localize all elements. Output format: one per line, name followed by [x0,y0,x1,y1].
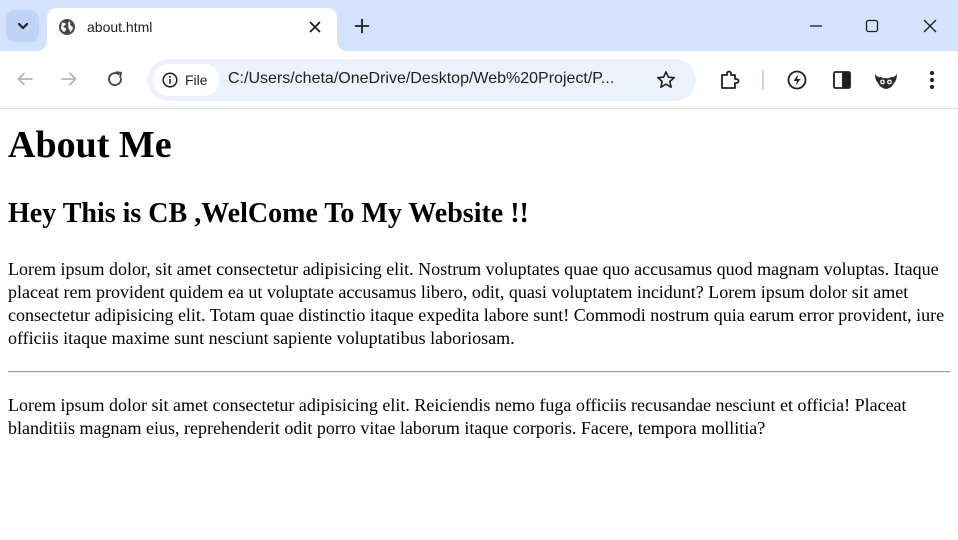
maximize-icon [865,19,879,33]
tab-strip: about.html [0,0,958,51]
bookmark-button[interactable] [654,68,678,92]
page-subheading: Hey This is CB ,WelCome To My Website !! [8,198,529,229]
lightning-icon [787,70,807,90]
close-icon [923,19,937,33]
performance-button[interactable] [783,66,811,94]
page-heading: About Me [8,124,172,166]
minimize-button[interactable] [801,12,831,40]
address-bar[interactable]: File C:/Users/cheta/OneDrive/Desktop/Web… [148,59,696,101]
browser-menu-button[interactable] [918,66,946,94]
new-tab-button[interactable] [350,14,374,38]
chevron-down-icon [17,22,28,30]
forward-button[interactable] [55,65,83,93]
info-icon [162,72,178,88]
intro-paragraph: Lorem ipsum dolor, sit amet consectetur … [8,259,945,348]
profile-avatar-icon [874,68,898,92]
back-arrow-icon [17,72,33,86]
tab-search-button[interactable] [6,10,39,42]
puzzle-icon [721,70,740,89]
page-viewport: About Me Hey This is CB ,WelCome To My W… [0,110,958,540]
extensions-button[interactable] [716,66,744,94]
reload-button[interactable] [101,65,129,93]
minimize-icon [810,25,822,27]
back-button[interactable] [11,65,39,93]
plus-icon [354,18,370,34]
maximize-button[interactable] [857,12,887,40]
globe-icon [59,19,75,35]
side-panel-icon [833,71,851,89]
second-paragraph: Lorem ipsum dolor sit amet consectetur a… [8,395,907,438]
tab-title: about.html [87,19,153,35]
side-panel-button[interactable] [828,66,856,94]
url-text[interactable]: C:/Users/cheta/OneDrive/Desktop/Web%20Pr… [228,70,648,88]
toolbar-separator [762,70,764,90]
profile-button[interactable] [872,66,900,94]
more-vertical-icon [930,71,934,89]
horizontal-rule [8,371,950,373]
site-chip-label: File [185,72,208,88]
close-icon [309,21,321,33]
star-icon [657,71,675,88]
reload-icon [108,71,122,86]
window-close-button[interactable] [915,12,945,40]
site-info-chip[interactable]: File [153,64,219,96]
forward-arrow-icon [61,72,77,86]
active-tab[interactable]: about.html [47,8,337,51]
browser-toolbar: File C:/Users/cheta/OneDrive/Desktop/Web… [0,51,958,109]
tab-close-button[interactable] [305,17,325,37]
